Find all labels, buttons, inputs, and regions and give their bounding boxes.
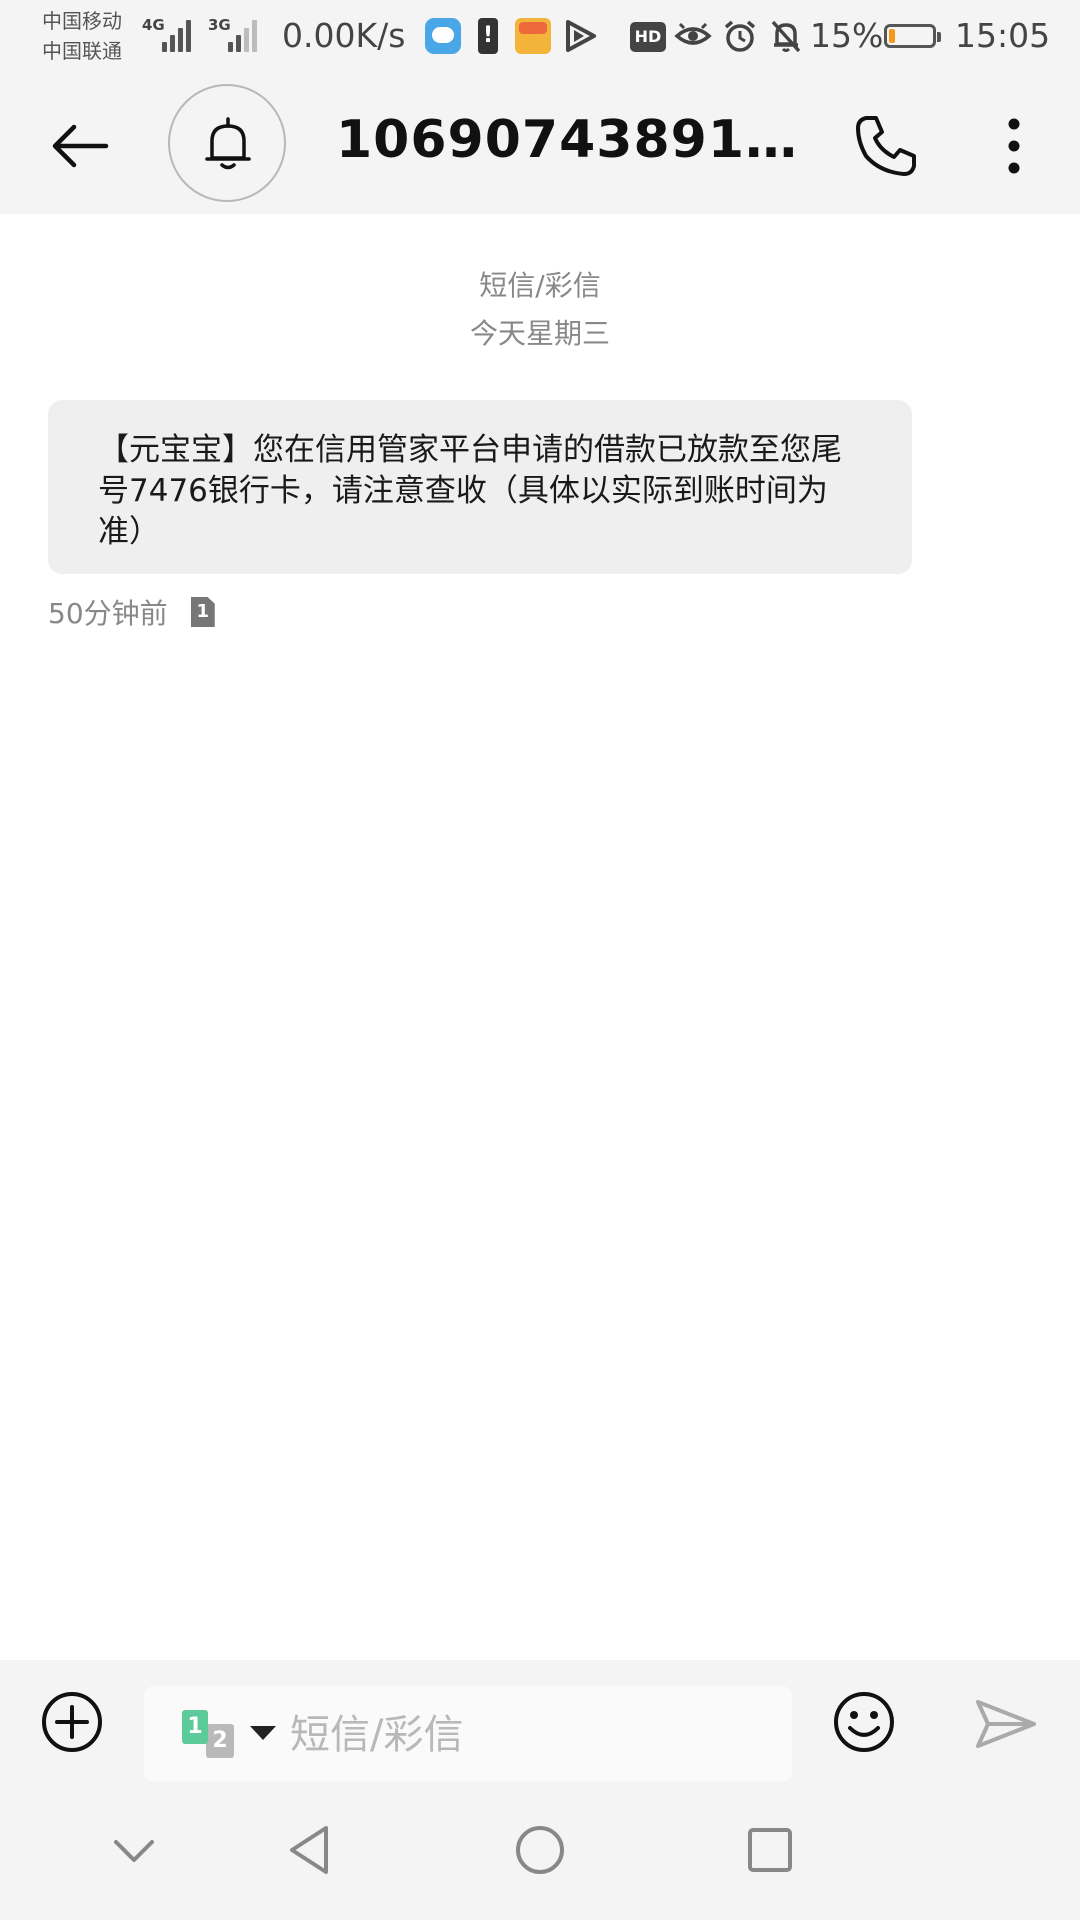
message-meta: 50分钟前 1 [48,592,215,632]
sim-selector[interactable]: 2 1 [182,1710,242,1758]
status-time: 15:05 [955,16,1051,55]
sim-1-icon: 1 [182,1710,208,1744]
call-button[interactable] [852,112,920,180]
alarm-icon [724,20,756,52]
battery-icon [884,24,941,48]
chat-app-icon [425,18,461,54]
message-input[interactable] [288,1704,772,1766]
carrier-names: 中国移动 中国联通 [42,6,142,66]
gift-app-icon [515,18,551,54]
eye-icon [674,22,712,45]
hd-icon: HD [630,22,666,52]
battery-percentage: 15% [810,16,884,55]
message-text: 【元宝宝】您在信用管家平台申请的借款已放款至您尾号7476银行卡，请注意查收（具… [98,432,842,550]
more-options-button[interactable] [990,112,1038,180]
send-button[interactable] [974,1696,1038,1752]
alert-icon: ! [478,18,498,54]
carrier-1: 中国移动 [42,9,122,33]
messaging-screen: 中国移动 中国联通 4G 3G 0.00K/s ! HD 15% 15:05 1… [0,0,1080,1920]
nav-back-button[interactable] [280,1820,340,1880]
net-speed: 0.00K/s [282,16,406,55]
sim-dropdown-caret-icon[interactable] [250,1726,276,1740]
play-app-icon [566,20,596,52]
battery-fill [889,29,895,43]
contact-title: 10690743891010... [336,110,816,170]
nav-recents-button[interactable] [740,1820,800,1880]
date-label: 今天星期三 [469,317,610,350]
add-attachment-button[interactable] [40,1690,104,1754]
nav-home-button[interactable] [510,1820,570,1880]
bell-off-icon [771,20,801,53]
notification-toggle-button[interactable] [168,84,286,202]
system-navigation-bar [0,1782,1080,1920]
message-time: 50分钟前 [48,597,168,630]
hide-keyboard-button[interactable] [104,1820,164,1880]
message-input-box: 2 1 [144,1686,792,1782]
message-bubble[interactable]: 【元宝宝】您在信用管家平台申请的借款已放款至您尾号7476银行卡，请注意查收（具… [48,400,912,574]
status-bar: 中国移动 中国联通 4G 3G 0.00K/s ! HD 15% 15:05 [0,0,1080,78]
signal-2-icon: 3G [208,14,268,54]
signal-1-icon: 4G [142,14,202,54]
back-button[interactable] [44,110,116,182]
emoji-button[interactable] [832,1690,896,1754]
message-composer: 2 1 [0,1660,1080,1782]
carrier-2: 中国联通 [42,39,122,63]
bell-icon [205,117,251,170]
sim-card-icon: 1 [190,597,215,627]
sim-2-icon: 2 [206,1724,234,1758]
conversation-area[interactable]: 短信/彩信 今天星期三 【元宝宝】您在信用管家平台申请的借款已放款至您尾号747… [0,214,1080,1660]
message-type-label: 短信/彩信 [479,269,601,302]
conversation-header: 10690743891010... [0,78,1080,214]
